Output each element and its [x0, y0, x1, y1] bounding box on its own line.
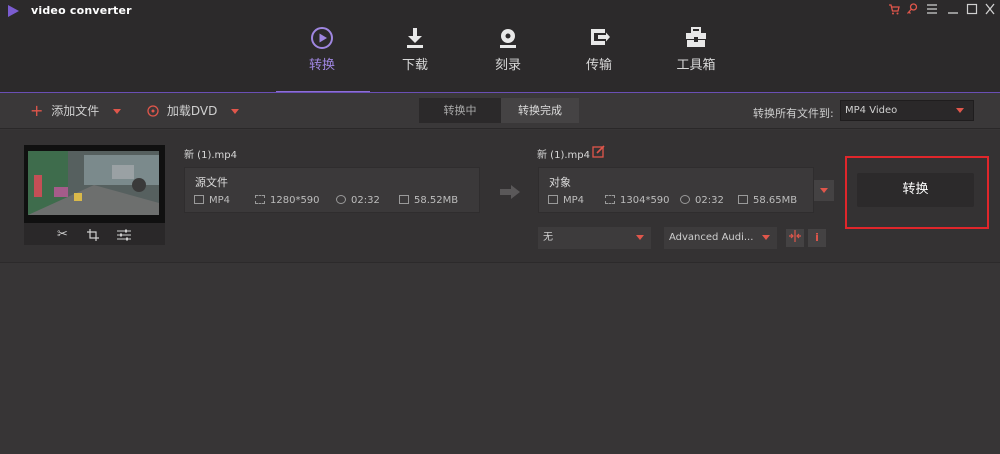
source-title: 源文件	[195, 176, 228, 189]
source-info-panel: 源文件 MP4 1280*590 02:32 58.52MB	[184, 167, 480, 213]
tab-toolbox[interactable]: 工具箱	[651, 24, 741, 92]
merge-button[interactable]	[786, 229, 804, 247]
info-button[interactable]: i	[808, 229, 826, 247]
resolution-icon	[255, 195, 265, 204]
target-info-panel: 对象 MP4 1304*590 02:32 58.65MB	[538, 167, 814, 213]
chevron-down-icon	[820, 188, 828, 193]
app-title: video converter	[31, 4, 132, 17]
video-thumbnail[interactable]	[24, 145, 165, 223]
add-file-button[interactable]: + 添加文件	[30, 93, 122, 129]
thumbnail-tools: ✂	[24, 225, 165, 245]
output-format-value: MP4 Video	[845, 105, 898, 116]
target-title: 对象	[549, 176, 571, 189]
cart-icon[interactable]	[888, 1, 900, 17]
target-format: MP4	[548, 195, 584, 206]
audio-track-select[interactable]: Advanced Audi...	[664, 227, 777, 249]
edit-icon[interactable]	[592, 145, 605, 158]
dvd-icon	[147, 105, 159, 117]
menu-icon[interactable]	[926, 1, 938, 17]
transfer-icon	[591, 29, 610, 45]
close-icon[interactable]	[984, 1, 996, 17]
film-icon	[194, 195, 204, 204]
film-icon	[548, 195, 558, 204]
tab-transfer[interactable]: 传输	[554, 24, 644, 92]
resolution-icon	[605, 195, 615, 204]
load-dvd-label: 加载DVD	[166, 104, 218, 118]
tab-converting[interactable]: 转换中	[419, 98, 501, 123]
disc-icon	[500, 29, 516, 48]
clock-icon	[336, 195, 346, 204]
empty-area	[0, 264, 1000, 454]
target-size: 58.65MB	[738, 195, 797, 206]
video-thumbnail-box: ✂	[24, 145, 165, 245]
plus-icon: +	[30, 101, 44, 120]
chevron-down-icon	[636, 235, 644, 240]
audio-track-value: Advanced Audi...	[669, 232, 754, 243]
target-format-dropdown[interactable]	[814, 180, 834, 201]
source-size: 58.52MB	[399, 195, 458, 206]
top-bar: video converter 转换 下载 刻录 传输 工具箱	[0, 0, 1000, 93]
tab-convert[interactable]: 转换	[277, 24, 367, 92]
key-icon[interactable]	[906, 1, 918, 17]
clock-icon	[680, 195, 690, 204]
load-dvd-dropdown-icon[interactable]	[231, 109, 240, 114]
arrow-right-icon	[500, 185, 520, 199]
tab-convert-label: 转换	[308, 58, 335, 73]
play-circle-icon	[311, 27, 333, 49]
crop-icon[interactable]	[87, 229, 99, 241]
folder-icon	[399, 195, 409, 204]
source-format: MP4	[194, 195, 230, 206]
add-file-label: 添加文件	[51, 104, 100, 118]
tab-toolbox-label: 工具箱	[676, 58, 716, 73]
source-file-name: 新 (1).mp4	[184, 150, 237, 161]
subtitle-value: 无	[543, 232, 553, 243]
load-dvd-button[interactable]: 加载DVD	[147, 93, 240, 129]
folder-icon	[738, 195, 748, 204]
convert-all-label: 转换所有文件到:	[753, 107, 834, 120]
maximize-icon[interactable]	[966, 1, 978, 17]
highlight-box	[845, 156, 989, 229]
tab-download-label: 下载	[401, 58, 428, 73]
chevron-down-icon	[956, 108, 964, 113]
info-icon: i	[815, 231, 819, 244]
add-file-dropdown-icon[interactable]	[113, 109, 122, 114]
target-file-name: 新 (1).mp4	[537, 150, 590, 161]
target-resolution: 1304*590	[605, 195, 670, 206]
merge-icon	[789, 230, 801, 242]
chevron-down-icon	[762, 235, 770, 240]
minimize-icon[interactable]	[947, 1, 959, 17]
source-duration: 02:32	[336, 195, 380, 206]
output-format-select[interactable]: MP4 Video	[840, 100, 974, 121]
toolbox-icon	[686, 27, 706, 47]
settings-sliders-icon[interactable]	[117, 229, 131, 241]
source-resolution: 1280*590	[255, 195, 320, 206]
scissors-icon[interactable]: ✂	[57, 227, 68, 242]
subtitle-select[interactable]: 无	[538, 227, 651, 249]
target-duration: 02:32	[680, 195, 724, 206]
tab-burn-label: 刻录	[494, 58, 521, 73]
tab-download[interactable]: 下载	[370, 24, 460, 92]
tab-burn[interactable]: 刻录	[463, 24, 553, 92]
tab-converted[interactable]: 转换完成	[501, 98, 579, 123]
download-icon	[407, 28, 423, 48]
app-logo-icon	[8, 5, 19, 17]
tab-transfer-label: 传输	[585, 58, 612, 73]
